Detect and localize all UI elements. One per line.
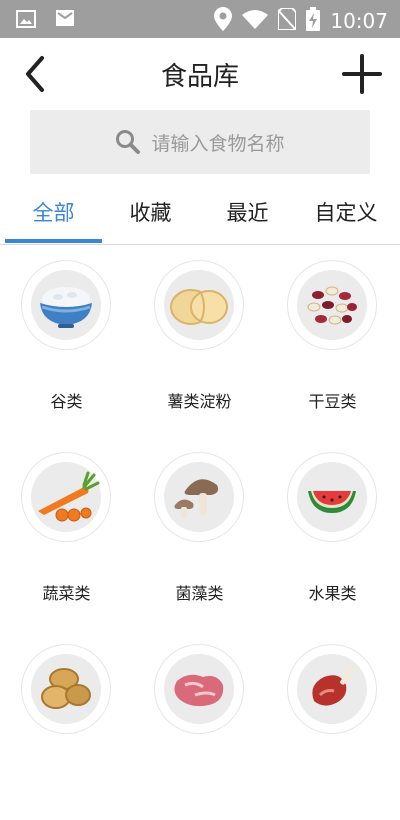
category-item-tubers-starch[interactable]: 薯类淀粉 <box>133 244 266 436</box>
category-icon-circle <box>21 260 111 350</box>
status-bar: 10:07 <box>0 0 400 38</box>
category-icon-circle <box>287 644 377 734</box>
location-icon <box>214 7 233 35</box>
wifi-icon <box>242 9 269 33</box>
no-sim-icon <box>277 7 298 34</box>
plus-icon <box>342 54 382 94</box>
category-item-fruits[interactable]: 水果类 <box>266 436 399 628</box>
carrot-icon <box>38 471 100 522</box>
category-icon-circle <box>154 452 244 542</box>
category-label: 薯类淀粉 <box>167 392 232 411</box>
tab-indicator <box>5 239 102 243</box>
mushroom-icon <box>174 479 219 519</box>
status-time: 10:07 <box>330 9 388 33</box>
tab-custom[interactable]: 自定义 <box>296 182 396 242</box>
watermelon-icon <box>308 491 356 513</box>
battery-charging-icon <box>306 7 321 35</box>
category-label: 谷类 <box>50 392 83 411</box>
category-icon-circle <box>21 452 111 542</box>
beans-icon <box>307 286 357 325</box>
category-item-ham[interactable] <box>266 628 399 820</box>
meat-icon <box>174 674 224 707</box>
tab-recent[interactable]: 最近 <box>199 182 296 242</box>
potato-slices-icon <box>170 289 228 325</box>
category-label: 水果类 <box>308 584 357 603</box>
nav-bar: 食品库 <box>0 38 400 108</box>
category-label: 菌藻类 <box>175 584 224 603</box>
rice-bowl-icon <box>40 287 92 328</box>
category-item-vegetables[interactable]: 蔬菜类 <box>0 436 133 628</box>
category-item-fungi-algae[interactable]: 菌藻类 <box>133 436 266 628</box>
category-item-grains[interactable]: 谷类 <box>0 244 133 436</box>
category-icon-circle <box>287 452 377 542</box>
category-item-nuts[interactable] <box>0 628 133 820</box>
category-item-meat[interactable] <box>133 628 266 820</box>
category-icon-circle <box>287 260 377 350</box>
tab-all[interactable]: 全部 <box>5 182 102 242</box>
category-icon-circle <box>154 644 244 734</box>
category-label: 蔬菜类 <box>42 584 91 603</box>
ham-leg-icon <box>312 665 354 706</box>
category-icon-circle <box>21 644 111 734</box>
tab-favorites[interactable]: 收藏 <box>102 182 199 242</box>
mail-icon <box>56 10 74 32</box>
search-icon <box>116 130 141 154</box>
category-label: 干豆类 <box>308 392 357 411</box>
search-placeholder: 请输入食物名称 <box>151 132 285 155</box>
category-icon-circle <box>154 260 244 350</box>
tab-bar: 全部 收藏 最近 自定义 <box>0 182 400 245</box>
search-input[interactable]: 请输入食物名称 <box>30 110 370 174</box>
add-food-button[interactable] <box>340 52 384 96</box>
nuts-icon <box>41 668 91 709</box>
image-icon <box>16 10 36 32</box>
category-item-dry-beans[interactable]: 干豆类 <box>266 244 399 436</box>
